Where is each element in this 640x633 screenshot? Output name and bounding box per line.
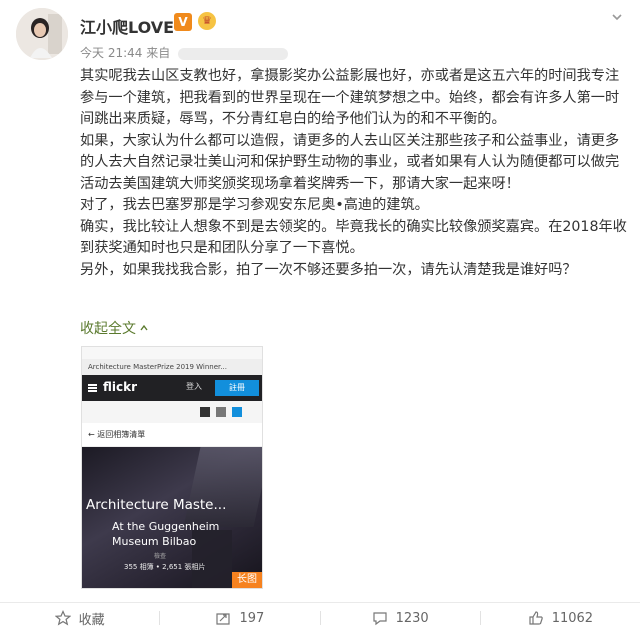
thumb-album-subtitle: At the Guggenheim Museum Bilbao [112, 520, 220, 548]
chevron-down-icon[interactable] [610, 10, 624, 24]
crown-icon[interactable]: ♛ [198, 12, 216, 30]
action-bar: 收藏 197 1230 11062 [0, 602, 640, 633]
post-paragraph: 另外，如果我找我合影，拍了一次不够还要多拍一次，请先认清楚我是谁好吗？ [80, 261, 577, 278]
star-icon [54, 610, 71, 626]
comment-count: 1230 [395, 610, 429, 626]
repost-button[interactable]: 197 [160, 603, 319, 633]
post-source-prefix: 来自 [146, 46, 171, 60]
avatar[interactable] [16, 8, 68, 60]
thumb-browser-tab: Architecture MasterPrize 2019 Winner... [82, 359, 262, 375]
favorite-label: 收藏 [78, 612, 105, 628]
favorite-button[interactable]: 收藏 [0, 603, 159, 633]
long-image-badge: 长图 [232, 572, 262, 588]
thumb-hero-image: Architecture Maste... At the Guggenheim … [82, 447, 262, 588]
like-icon [529, 611, 543, 625]
username[interactable]: 江小爬LOVE [80, 14, 174, 38]
thumb-faint-label: 檢查 [154, 553, 167, 560]
thumb-status-bar [82, 347, 262, 359]
repost-icon [216, 613, 231, 625]
repost-count: 197 [239, 610, 265, 626]
collapse-arrow-icon [140, 324, 148, 331]
like-button[interactable]: 11062 [481, 603, 640, 633]
post-body: 其实呢我去山区支教也好，拿摄影奖办公益影展也好，亦或者是这五六年的时间我专注参与… [80, 66, 628, 281]
thumb-signup-button: 註冊 [215, 380, 259, 396]
post-paragraph: 如果，大家认为什么都可以造假，请更多的人去山区关注那些孩子和公益事业，请更多的人… [80, 132, 620, 192]
hamburger-icon [88, 384, 97, 392]
verified-badge[interactable]: V [174, 13, 192, 31]
post-paragraph: 对了，我去巴塞罗那是学习参观安东尼奥•高迪的建筑。 [80, 197, 429, 213]
post-paragraph: 其实呢我去山区支教也好，拿摄影奖办公益影展也好，亦或者是这五六年的时间我专注参与… [80, 68, 620, 127]
thumb-square-icon [216, 407, 226, 417]
like-count: 11062 [551, 610, 594, 626]
flickr-logo: flickr [103, 380, 138, 394]
post-time[interactable]: 今天 21:44 [80, 46, 142, 60]
post-paragraph: 确实，我比较让人想象不到是去领奖的。毕竟我长的确实比较像颁奖嘉宾。在2018年收… [80, 218, 627, 257]
post-source-blurred [178, 47, 289, 60]
thumb-album-stats: 355 相簿 • 2,651 張相片 [124, 563, 206, 571]
collapse-label: 收起全文 [80, 321, 136, 337]
thumb-flickr-header: flickr 登入 註冊 [82, 375, 262, 401]
thumb-square-icon [200, 407, 210, 417]
post-meta: 今天 21:44 来自 [80, 44, 289, 61]
thumb-building-shape [183, 447, 262, 527]
post-image[interactable]: Architecture MasterPrize 2019 Winner... … [81, 346, 263, 589]
thumb-back-link: ← 返回相簿清單 [82, 423, 262, 447]
collapse-full-text-link[interactable]: 收起全文 [80, 318, 149, 338]
thumb-login-label: 登入 [186, 382, 202, 391]
thumb-album-title: Architecture Maste... [86, 497, 227, 513]
thumb-square-icon [232, 407, 242, 417]
thumb-icon-row [82, 401, 262, 423]
comment-button[interactable]: 1230 [321, 603, 480, 633]
comment-icon [372, 612, 387, 626]
